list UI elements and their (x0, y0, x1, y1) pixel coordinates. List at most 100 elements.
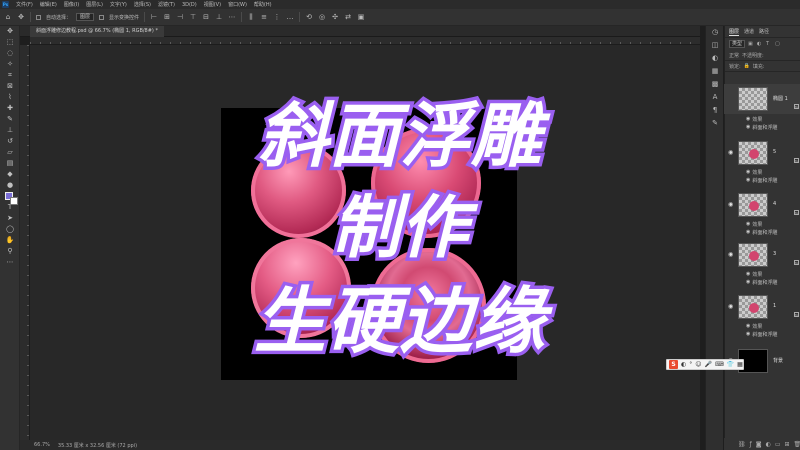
panel-tabs: 图层 通道 路径 (725, 26, 800, 38)
layer-row[interactable]: ◉ 5 fx (724, 138, 800, 168)
3d-slide-icon[interactable]: ⇄ (344, 13, 352, 21)
eye-icon[interactable]: ◉ (728, 252, 735, 258)
eye-icon[interactable]: ◉ (746, 124, 750, 130)
layer-row[interactable]: ◉ 1 fx (724, 292, 800, 322)
marquee-tool-icon[interactable]: ⬚ (0, 37, 20, 48)
link-layers-icon[interactable]: ⛓ (738, 441, 746, 448)
filter-adjust-icon[interactable]: ◐ (757, 41, 763, 47)
3d-scale-icon[interactable]: ▣ (357, 13, 365, 21)
layer-row[interactable]: 椭圆 1 fx (724, 84, 800, 114)
horizontal-ruler[interactable] (30, 37, 700, 45)
fx-icon[interactable]: fx (794, 104, 799, 109)
align-right-icon[interactable]: ⊣ (176, 13, 184, 21)
delete-layer-icon[interactable]: 🗑 (794, 441, 800, 448)
distribute-icon[interactable]: ⋯ (228, 13, 236, 21)
ime-keyboard-icon[interactable]: ⌨ (715, 361, 724, 368)
show-transform-checkbox[interactable] (99, 14, 105, 20)
align-middle-icon[interactable]: ⊟ (202, 13, 210, 21)
add-style-icon[interactable]: ƒ (750, 441, 752, 448)
eye-icon[interactable]: ◉ (746, 279, 750, 285)
ime-mode-icon[interactable]: ◐ (681, 361, 686, 368)
ime-logo-icon[interactable]: S (669, 360, 678, 369)
eye-icon[interactable]: ◉ (746, 271, 750, 277)
eye-icon[interactable]: ◉ (728, 150, 735, 156)
auto-select-checkbox[interactable] (36, 14, 41, 20)
layer-effects: ◉ 效果 ◉ 斜面和浮雕 (724, 168, 800, 184)
align-top-icon[interactable]: ⊤ (189, 13, 197, 21)
layer-filter-dropdown[interactable]: 类型 (729, 40, 746, 48)
zoom-level[interactable]: 66.7% (34, 442, 50, 448)
visibility-off-icon[interactable] (728, 96, 735, 101)
new-group-icon[interactable]: ▭ (775, 441, 781, 448)
filter-shape-icon[interactable]: ▢ (775, 41, 781, 47)
fx-icon[interactable]: fx (794, 312, 799, 317)
adjustments-icon[interactable]: ◐ (706, 52, 724, 65)
lasso-tool-icon[interactable]: ◌ (0, 48, 20, 59)
eye-icon[interactable]: ◉ (746, 331, 750, 337)
menu-filter[interactable]: 滤镜(T) (158, 1, 175, 8)
menu-edit[interactable]: 编辑(E) (40, 1, 57, 8)
tab-channels[interactable]: 通道 (744, 28, 754, 35)
menu-3d[interactable]: 3D(D) (182, 2, 197, 8)
document-tab[interactable]: 斜面浮雕修边教程.psd @ 66.7% (椭圆 1, RGB/8#) * (30, 26, 164, 37)
ime-skin-icon[interactable]: 👕 (727, 361, 734, 368)
menu-bar: Ps 文件(F) 编辑(E) 图像(I) 图层(L) 文字(Y) 选择(S) 滤… (0, 0, 800, 9)
menu-image[interactable]: 图像(I) (64, 1, 79, 8)
distribute-v-icon[interactable]: ≡ (260, 13, 268, 21)
eye-icon[interactable]: ◉ (728, 304, 735, 310)
eye-icon[interactable]: ◉ (746, 177, 750, 183)
layer-row[interactable]: ◉ 3 fx (724, 240, 800, 270)
brush-settings-icon[interactable]: ✎ (706, 117, 724, 130)
menu-window[interactable]: 窗口(W) (228, 1, 247, 8)
add-mask-icon[interactable]: ◙ (756, 441, 762, 448)
new-adjustment-icon[interactable]: ◐ (766, 441, 771, 448)
menu-view[interactable]: 视图(V) (204, 1, 221, 8)
auto-select-dropdown[interactable]: 图层 (76, 13, 95, 21)
eye-icon[interactable]: ◉ (728, 202, 735, 208)
align-center-icon[interactable]: ⊞ (163, 13, 171, 21)
eye-icon[interactable]: ◉ (746, 116, 750, 122)
swatches-icon[interactable]: ▩ (706, 78, 724, 91)
new-layer-icon[interactable]: ⊞ (785, 441, 790, 448)
paragraph-icon[interactable]: ¶ (706, 104, 724, 117)
fx-icon[interactable]: fx (794, 260, 799, 265)
magic-wand-tool-icon[interactable]: ✧ (0, 59, 20, 70)
blend-mode-dropdown[interactable]: 正常 (729, 52, 739, 59)
eye-icon[interactable]: ◉ (746, 229, 750, 235)
ime-tools-icon[interactable]: ▦ (737, 361, 743, 368)
filter-type-icon[interactable]: T (766, 41, 772, 47)
menu-select[interactable]: 选择(S) (134, 1, 151, 8)
character-icon[interactable]: A (706, 91, 724, 104)
move-tool-icon[interactable]: ✥ (0, 26, 20, 37)
move-tool-icon[interactable]: ✥ (17, 13, 25, 21)
filter-pixel-icon[interactable]: ▣ (748, 41, 754, 47)
fx-icon[interactable]: fx (794, 158, 799, 163)
distribute-h-icon[interactable]: ⫼ (247, 13, 255, 21)
layer-row[interactable]: ◉ 4 fx (724, 190, 800, 220)
history-icon[interactable]: ◷ (706, 26, 724, 39)
lock-icon[interactable]: 🔒 (744, 63, 750, 69)
distribute-space-icon[interactable]: ⋮ (273, 13, 281, 21)
ime-voice-icon[interactable]: 🎤 (705, 361, 712, 368)
tab-layers[interactable]: 图层 (729, 28, 740, 36)
more-options-icon[interactable]: … (286, 13, 294, 21)
properties-icon[interactable]: ◫ (706, 39, 724, 52)
align-left-icon[interactable]: ⊢ (150, 13, 158, 21)
3d-mode-icon[interactable]: ⟲ (305, 13, 313, 21)
menu-layer[interactable]: 图层(L) (86, 1, 103, 8)
fx-icon[interactable]: fx (794, 210, 799, 215)
ime-emoji-icon[interactable]: ☺ (695, 361, 701, 368)
3d-drag-icon[interactable]: ✣ (331, 13, 339, 21)
3d-roll-icon[interactable]: ◎ (318, 13, 326, 21)
menu-file[interactable]: 文件(F) (16, 1, 33, 8)
tab-paths[interactable]: 路径 (759, 28, 769, 35)
eye-icon[interactable]: ◉ (746, 221, 750, 227)
menu-type[interactable]: 文字(Y) (110, 1, 127, 8)
libraries-icon[interactable]: ▦ (706, 65, 724, 78)
align-bottom-icon[interactable]: ⊥ (215, 13, 223, 21)
home-icon[interactable]: ⌂ (4, 13, 12, 21)
eye-icon[interactable]: ◉ (746, 169, 750, 175)
eye-icon[interactable]: ◉ (746, 323, 750, 329)
menu-help[interactable]: 帮助(H) (254, 1, 272, 8)
ime-punct-icon[interactable]: ° (689, 361, 692, 368)
